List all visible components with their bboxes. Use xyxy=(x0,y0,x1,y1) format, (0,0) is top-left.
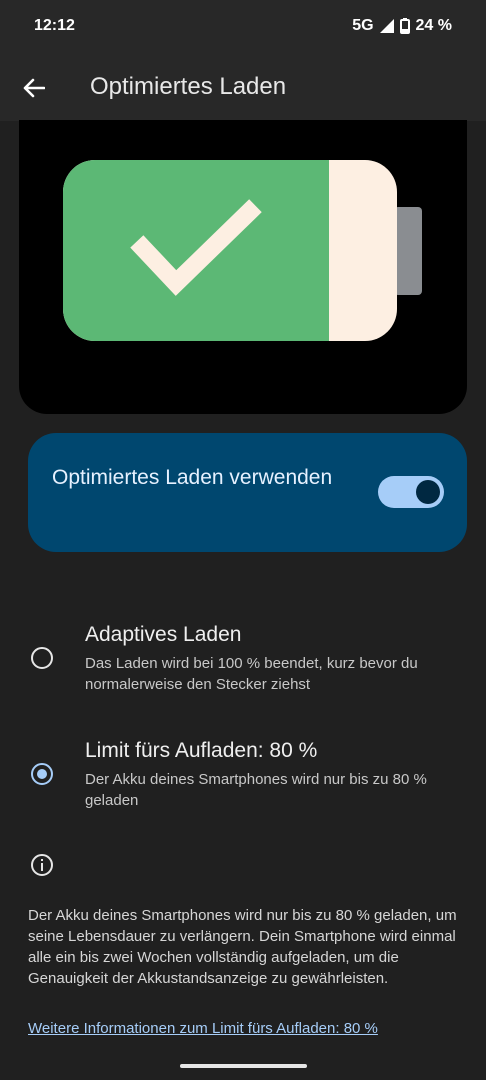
option-charge-limit[interactable]: Limit fürs Aufladen: 80 % Der Akku deine… xyxy=(0,731,486,821)
signal-icon xyxy=(379,19,394,33)
battery-icon xyxy=(63,160,422,341)
gesture-navigation-bar[interactable] xyxy=(180,1064,307,1068)
battery-illustration xyxy=(19,120,467,414)
option-summary: Das Laden wird bei 100 % beendet, kurz b… xyxy=(85,655,418,693)
option-title: Adaptives Laden xyxy=(85,623,242,646)
arrow-back-icon xyxy=(23,78,45,98)
switch-thumb xyxy=(416,480,440,504)
learn-more-link[interactable]: Weitere Informationen zum Limit fürs Auf… xyxy=(28,1020,378,1037)
page-title: Optimiertes Laden xyxy=(90,73,287,100)
battery-percent: 24 % xyxy=(415,17,452,34)
radio-adaptive-charging[interactable] xyxy=(31,647,53,669)
app-bar: Optimiertes Laden xyxy=(0,55,486,121)
status-time: 12:12 xyxy=(34,17,75,34)
network-type: 5G xyxy=(352,17,374,34)
battery-status-icon xyxy=(399,18,410,34)
radio-charge-limit[interactable] xyxy=(31,763,53,785)
back-button[interactable] xyxy=(16,68,52,108)
optimized-charging-toggle-card[interactable]: Optimiertes Laden verwenden xyxy=(28,433,467,552)
status-bar: 12:12 5G 24 % xyxy=(0,0,486,55)
option-title: Limit fürs Aufladen: 80 % xyxy=(85,739,318,762)
toggle-label: Optimiertes Laden verwenden xyxy=(52,466,333,489)
option-adaptive-charging[interactable]: Adaptives Laden Das Laden wird bei 100 %… xyxy=(0,615,486,705)
optimized-charging-switch[interactable] xyxy=(378,476,444,508)
option-summary: Der Akku deines Smartphones wird nur bis… xyxy=(85,771,427,809)
footer-description: Der Akku deines Smartphones wird nur bis… xyxy=(28,907,457,987)
info-icon xyxy=(31,854,53,876)
status-indicators: 5G 24 % xyxy=(352,17,452,35)
